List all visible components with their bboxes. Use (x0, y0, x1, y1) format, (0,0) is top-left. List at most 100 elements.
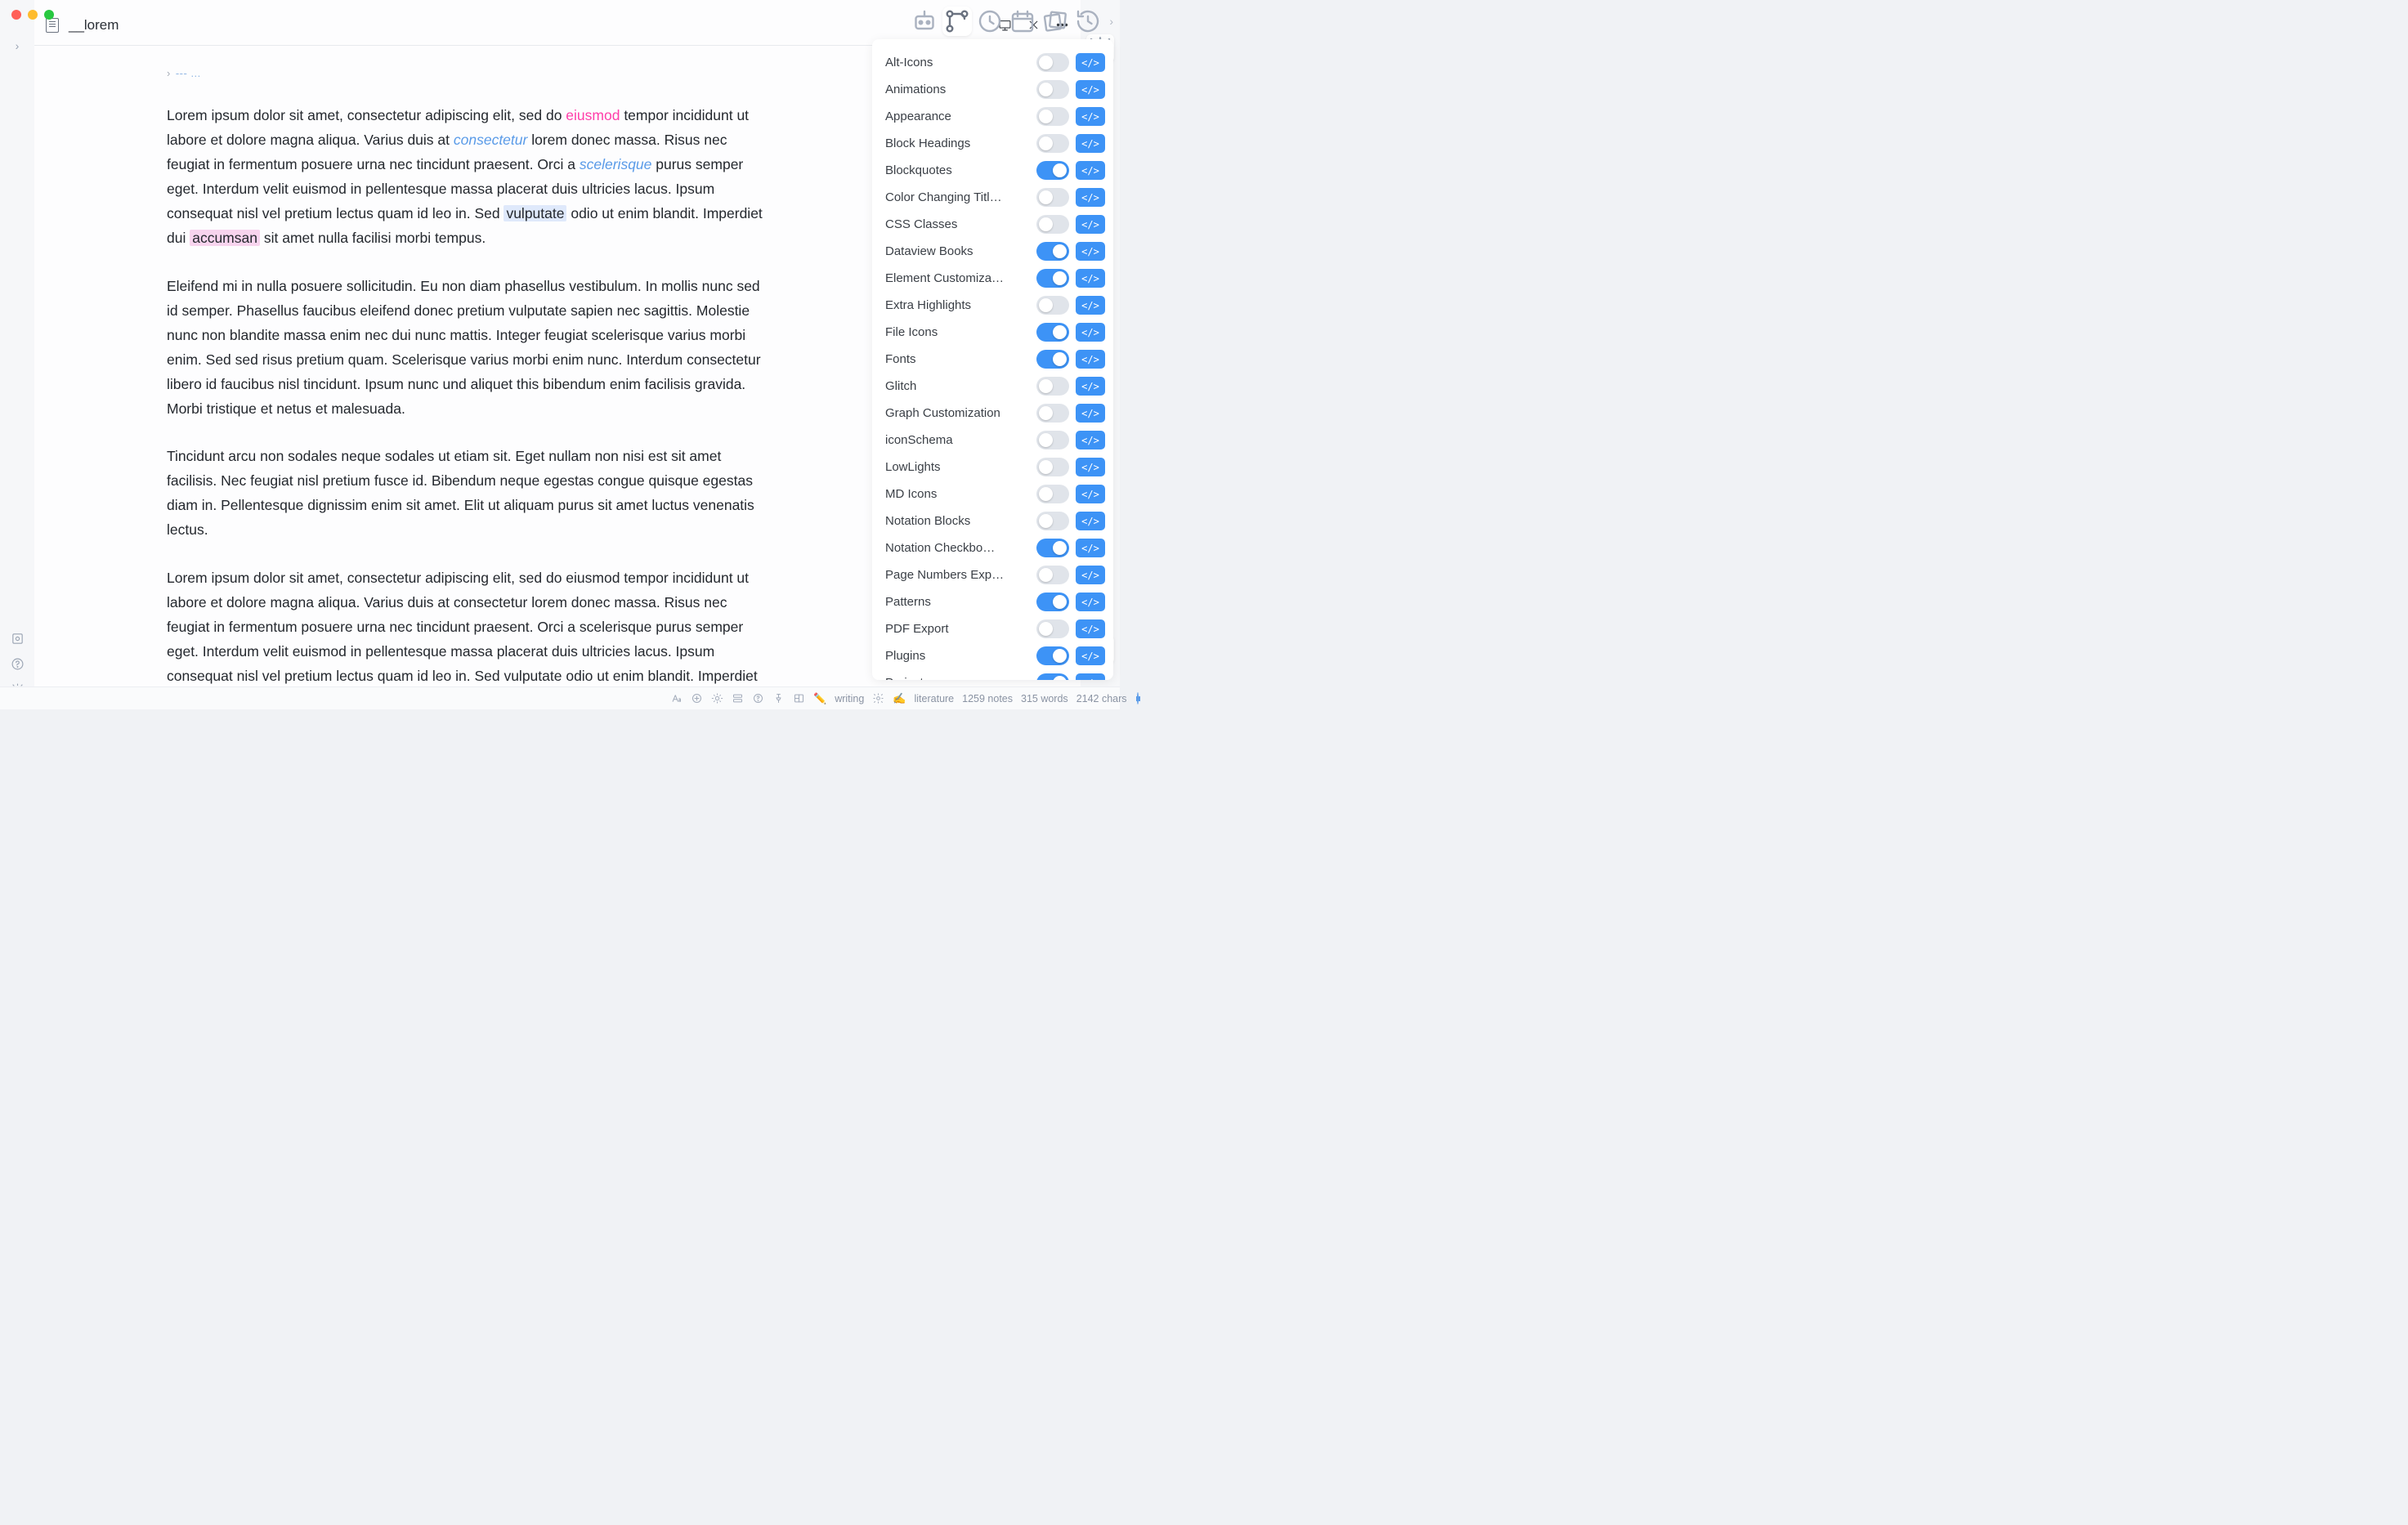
paragraph[interactable]: Lorem ipsum dolor sit amet, consectetur … (167, 103, 772, 251)
status-font-icon[interactable] (670, 692, 683, 704)
snippet-toggle[interactable] (1036, 593, 1069, 611)
snippet-row: Fonts</> (885, 346, 1105, 373)
snippet-toggle[interactable] (1036, 431, 1069, 449)
snippet-toggle[interactable] (1036, 80, 1069, 99)
document-body[interactable]: Lorem ipsum dolor sit amet, consectetur … (167, 103, 772, 709)
tab-git-branch-icon[interactable] (942, 7, 972, 36)
snippet-row: Notation Checkbo…</> (885, 534, 1105, 561)
vault-icon[interactable] (11, 632, 25, 646)
status-help-icon[interactable] (752, 692, 764, 704)
snippet-toggle[interactable] (1036, 377, 1069, 396)
snippet-code-button[interactable]: </> (1076, 673, 1105, 680)
snippet-row: Color Changing Titl… </> (885, 184, 1105, 211)
snippet-code-button[interactable]: </> (1076, 512, 1105, 530)
snippet-code-button[interactable]: </> (1076, 458, 1105, 476)
status-gear-icon[interactable] (872, 692, 884, 704)
tab-cards-icon[interactable] (1041, 7, 1070, 36)
snippet-code-button[interactable]: </> (1076, 107, 1105, 126)
snippet-code-button[interactable]: </> (1076, 80, 1105, 99)
snippet-toggle[interactable] (1036, 404, 1069, 423)
snippet-toggle[interactable] (1036, 566, 1069, 584)
snippet-code-button[interactable]: </> (1076, 161, 1105, 180)
tab-history-icon[interactable] (1073, 7, 1103, 36)
status-theme[interactable]: literature (915, 693, 955, 704)
close-window-button[interactable] (11, 10, 21, 20)
snippet-toggle[interactable] (1036, 323, 1069, 342)
internal-link[interactable]: scelerisque (580, 156, 652, 172)
paragraph[interactable]: Eleifend mi in nulla posuere sollicitudi… (167, 274, 772, 422)
snippet-code-button[interactable]: </> (1076, 485, 1105, 503)
snippet-label: Alt-Icons (885, 56, 1030, 69)
snippet-toggle[interactable] (1036, 619, 1069, 638)
snippet-code-button[interactable]: </> (1076, 242, 1105, 261)
snippet-toggle[interactable] (1036, 53, 1069, 72)
snippet-label: Color Changing Titl… (885, 190, 1030, 204)
snippet-label: Notation Blocks (885, 514, 1030, 528)
tab-robot-icon[interactable] (910, 7, 939, 36)
status-pin-icon[interactable] (772, 692, 785, 704)
snippet-label: Graph Customization (885, 406, 1030, 420)
snippet-toggle[interactable] (1036, 485, 1069, 503)
snippet-code-button[interactable]: </> (1076, 593, 1105, 611)
snippet-code-button[interactable]: </> (1076, 134, 1105, 153)
snippet-row: Projects</> (885, 669, 1105, 680)
paragraph[interactable]: Tincidunt arcu non sodales neque sodales… (167, 444, 772, 542)
snippet-toggle[interactable] (1036, 107, 1069, 126)
snippet-toggle[interactable] (1036, 188, 1069, 207)
snippet-label: Extra Highlights (885, 298, 1030, 312)
collapse-right-sidebar-button[interactable]: › (1109, 15, 1113, 28)
snippet-code-button[interactable]: </> (1076, 377, 1105, 396)
snippet-code-button[interactable]: </> (1076, 53, 1105, 72)
snippet-row: Extra Highlights </> (885, 292, 1105, 319)
help-icon[interactable] (11, 657, 25, 671)
expand-left-sidebar-button[interactable]: › (16, 39, 20, 52)
snippet-toggle[interactable] (1036, 296, 1069, 315)
unresolved-link[interactable]: eiusmod (566, 107, 620, 123)
status-pause-icon[interactable] (1137, 692, 1139, 704)
status-char-count[interactable]: 2142 chars (1076, 693, 1127, 704)
italic-link[interactable]: consectetur (454, 132, 527, 148)
tab-title[interactable]: __lorem (69, 17, 119, 34)
status-layout-icon[interactable] (793, 692, 805, 704)
snippet-row: Patterns</> (885, 588, 1105, 615)
snippet-label: Blockquotes (885, 163, 1030, 177)
snippet-toggle[interactable] (1036, 458, 1069, 476)
status-sun-icon[interactable] (711, 692, 723, 704)
snippet-code-button[interactable]: </> (1076, 350, 1105, 369)
css-snippets-panel: Alt-Icons</>Animations</>Appearance</>Bl… (872, 39, 1113, 680)
snippet-code-button[interactable]: </> (1076, 539, 1105, 557)
snippet-toggle[interactable] (1036, 242, 1069, 261)
maximize-window-button[interactable] (44, 10, 54, 20)
snippet-code-button[interactable]: </> (1076, 323, 1105, 342)
minimize-window-button[interactable] (28, 10, 38, 20)
snippet-code-button[interactable]: </> (1076, 646, 1105, 665)
highlight-pink: accumsan (190, 230, 260, 246)
status-word-count[interactable]: 315 words (1021, 693, 1068, 704)
snippet-toggle[interactable] (1036, 134, 1069, 153)
snippet-toggle[interactable] (1036, 350, 1069, 369)
snippet-toggle[interactable] (1036, 539, 1069, 557)
snippet-code-button[interactable]: </> (1076, 188, 1105, 207)
snippet-toggle[interactable] (1036, 673, 1069, 680)
snippet-label: Appearance (885, 110, 1030, 123)
status-add-icon[interactable] (691, 692, 703, 704)
snippet-toggle[interactable] (1036, 512, 1069, 530)
status-mode[interactable]: writing (835, 693, 864, 704)
snippet-code-button[interactable]: </> (1076, 269, 1105, 288)
tab-clock-icon[interactable] (975, 7, 1005, 36)
snippet-toggle[interactable] (1036, 646, 1069, 665)
snippet-code-button[interactable]: </> (1076, 296, 1105, 315)
snippet-code-button[interactable]: </> (1076, 566, 1105, 584)
snippet-toggle[interactable] (1036, 161, 1069, 180)
snippet-code-button[interactable]: </> (1076, 431, 1105, 449)
snippet-code-button[interactable]: </> (1076, 619, 1105, 638)
snippet-code-button[interactable]: </> (1076, 215, 1105, 234)
snippet-code-button[interactable]: </> (1076, 404, 1105, 423)
status-stack-icon[interactable] (732, 692, 744, 704)
snippet-toggle[interactable] (1036, 269, 1069, 288)
left-dock: › (0, 0, 34, 709)
status-notes-count[interactable]: 1259 notes (962, 693, 1013, 704)
tab-calendar-icon[interactable] (1008, 7, 1037, 36)
snippet-toggle[interactable] (1036, 215, 1069, 234)
snippet-row: Page Numbers Exp…</> (885, 561, 1105, 588)
